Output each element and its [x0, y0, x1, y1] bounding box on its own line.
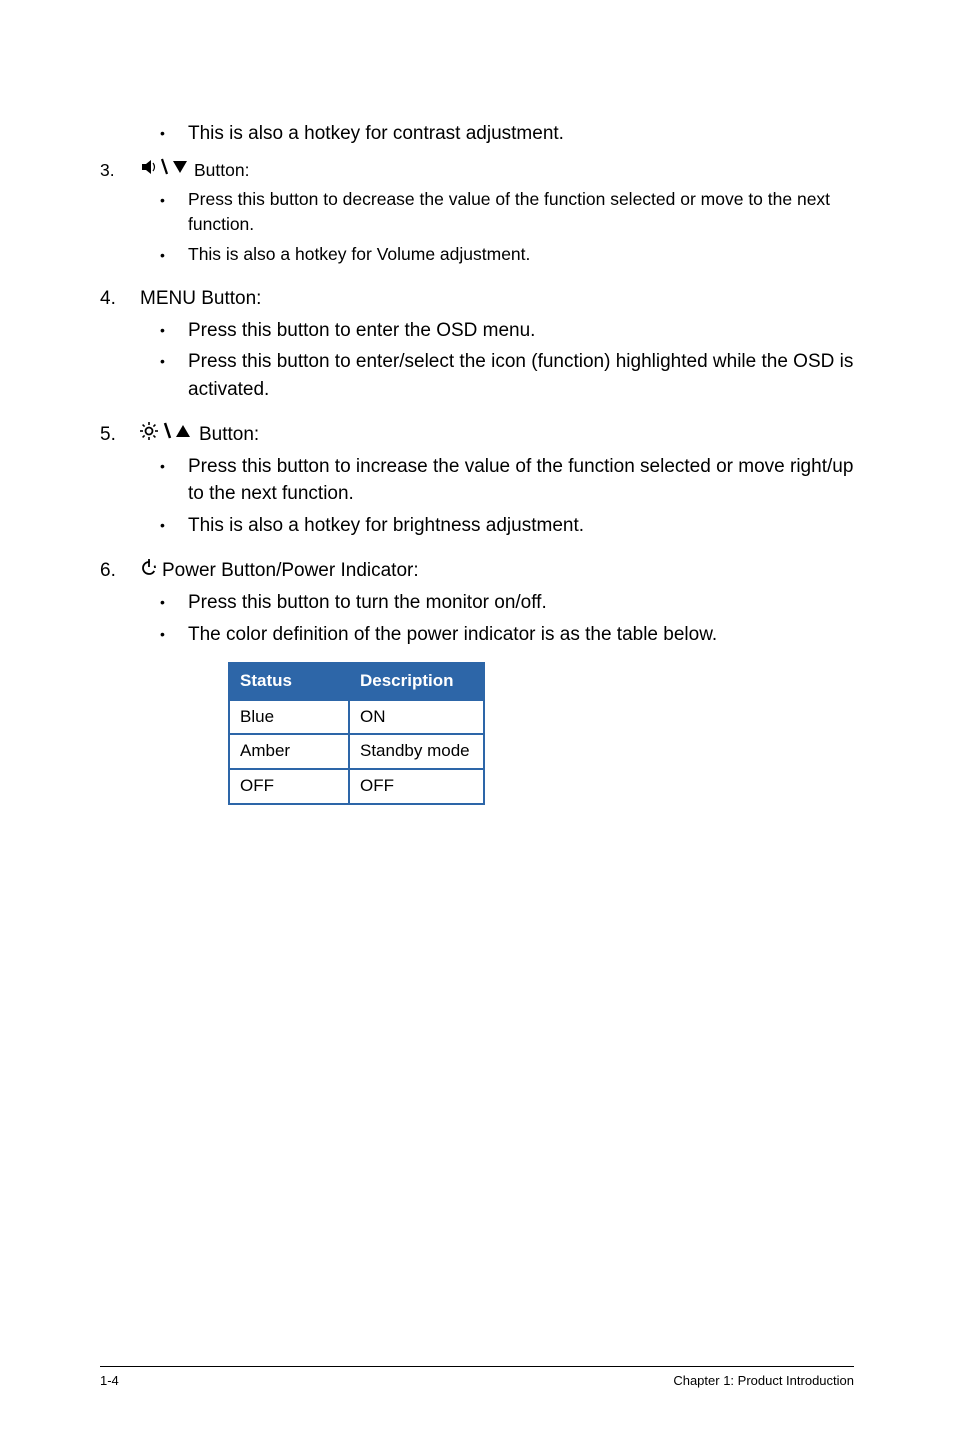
volume-down-icon: [140, 158, 190, 183]
bullet-marker: •: [160, 242, 188, 267]
bullet-marker: •: [160, 453, 188, 508]
table-cell: Blue: [229, 700, 349, 735]
bullet-text: Press this button to enter the OSD menu.: [188, 317, 854, 345]
bullet-marker: •: [160, 317, 188, 345]
bullet-marker: •: [160, 621, 188, 649]
list-heading-4: MENU Button:: [140, 285, 854, 313]
page-footer: 1-4 Chapter 1: Product Introduction: [100, 1366, 854, 1388]
bullet-marker: •: [160, 512, 188, 540]
list-number: 3.: [100, 158, 140, 272]
bullet-text: Press this button to increase the value …: [188, 453, 854, 508]
bullet-text: The color definition of the power indica…: [188, 621, 854, 649]
table-cell: OFF: [349, 769, 484, 804]
list-item-6: 6. Power Button/Power Indicator: • Press…: [100, 557, 854, 804]
button-label: Power Button/Power Indicator:: [162, 557, 419, 585]
table-cell: OFF: [229, 769, 349, 804]
table-row: Blue ON: [229, 700, 484, 735]
list-item-3: 3. Button: • Press this button to decrea…: [100, 158, 854, 272]
bullet-text: This is also a hotkey for brightness adj…: [188, 512, 854, 540]
list-heading-3: Button:: [140, 158, 854, 183]
bullet-marker: •: [160, 120, 188, 148]
table-header-status: Status: [229, 663, 349, 700]
list-number: 5.: [100, 421, 140, 543]
table-header-description: Description: [349, 663, 484, 700]
list-item-4: 4. MENU Button: • Press this button to e…: [100, 285, 854, 407]
power-icon: [140, 557, 158, 585]
bullet-text: Press this button to turn the monitor on…: [188, 589, 854, 617]
bullet-marker: •: [160, 348, 188, 403]
list-number: 4.: [100, 285, 140, 407]
list-heading-6: Power Button/Power Indicator:: [140, 557, 854, 585]
bullet-marker: •: [160, 187, 188, 238]
power-indicator-table: Status Description Blue ON Amber Standby…: [228, 662, 854, 805]
table-row: Amber Standby mode: [229, 734, 484, 769]
bullet-text: Press this button to decrease the value …: [188, 187, 854, 238]
bullet-text: This is also a hotkey for Volume adjustm…: [188, 242, 854, 267]
page-number: 1-4: [100, 1373, 119, 1388]
table-row: OFF OFF: [229, 769, 484, 804]
button-label: Button:: [194, 158, 249, 183]
button-label: Button:: [199, 421, 259, 449]
bullet-text: This is also a hotkey for contrast adjus…: [188, 120, 854, 148]
bullet-marker: •: [160, 589, 188, 617]
chapter-title: Chapter 1: Product Introduction: [673, 1373, 854, 1388]
brightness-up-icon: [140, 421, 195, 449]
table-cell: Amber: [229, 734, 349, 769]
page-content: • This is also a hotkey for contrast adj…: [100, 120, 854, 805]
table-cell: ON: [349, 700, 484, 735]
list-item-5: 5.: [100, 421, 854, 543]
list-item-orphan: • This is also a hotkey for contrast adj…: [100, 120, 854, 152]
list-heading-5: Button:: [140, 421, 854, 449]
table-cell: Standby mode: [349, 734, 484, 769]
bullet-text: Press this button to enter/select the ic…: [188, 348, 854, 403]
button-label: MENU Button:: [140, 285, 261, 313]
list-number: 6.: [100, 557, 140, 804]
